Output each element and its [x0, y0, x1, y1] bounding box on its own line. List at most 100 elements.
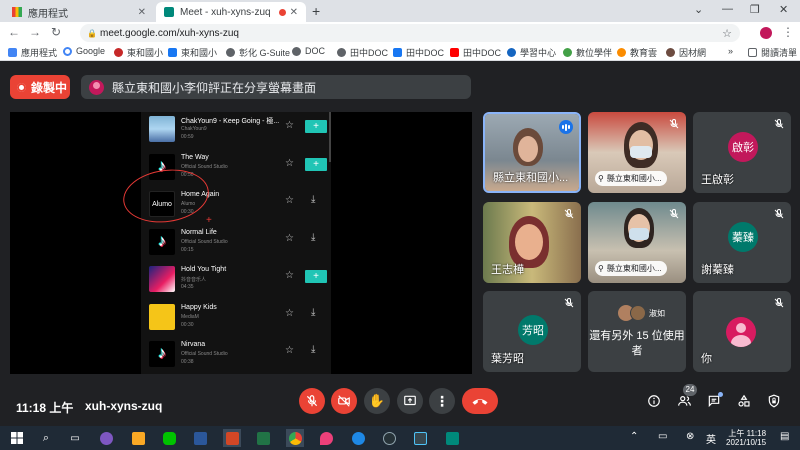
profile-avatar[interactable]: [760, 27, 772, 39]
start-button[interactable]: [8, 429, 26, 447]
participant-tile[interactable]: 啟彰 王啟彰: [693, 112, 791, 193]
participant-tile[interactable]: ⚲ 縣立東和國小...: [588, 202, 686, 283]
bookmark-learning-center[interactable]: 學習中心: [507, 46, 556, 59]
bookmark-digital-buddy[interactable]: 數位學伴: [563, 46, 612, 59]
tray-chevron-icon[interactable]: ⌃: [630, 431, 638, 442]
reading-list[interactable]: 閱讀清單: [748, 46, 797, 59]
clock-date: 2021/10/15: [726, 438, 767, 447]
camera-toggle-button[interactable]: [331, 388, 357, 414]
add-song-button: +: [305, 120, 327, 133]
chat-button[interactable]: [705, 392, 723, 410]
window-close-icon[interactable]: ✕: [779, 3, 788, 16]
self-tile[interactable]: 你: [693, 291, 791, 372]
others-tile[interactable]: 淑如 還有另外 15 位使用者: [588, 291, 686, 372]
task-view-button[interactable]: ▭: [66, 429, 84, 447]
bookmark-tianzhong-doc-yt[interactable]: 田中DOC: [450, 46, 501, 59]
song-duration: 00:59: [181, 134, 194, 140]
participant-tile[interactable]: ⚲ 縣立東和國小...: [588, 112, 686, 193]
lock-icon[interactable]: 🔒: [87, 29, 97, 38]
notifications-icon[interactable]: ▤: [780, 431, 789, 442]
download-icon: ⤓: [311, 344, 316, 355]
bookmark-adaptive[interactable]: 因材網: [666, 46, 706, 59]
apps-grid-icon: [8, 48, 17, 57]
others-label: 還有另外 15 位使用者: [589, 330, 685, 357]
restore-icon[interactable]: ❐: [750, 3, 760, 16]
forward-icon[interactable]: →: [29, 25, 41, 39]
search-button[interactable]: ⌕: [37, 429, 55, 447]
close-icon[interactable]: ✕: [290, 7, 298, 18]
volume-mute-icon[interactable]: ⊗: [686, 431, 694, 442]
more-menu-icon[interactable]: ⋮: [782, 25, 794, 39]
new-tab-icon[interactable]: +: [312, 3, 320, 19]
bookmarks-overflow[interactable]: »: [728, 46, 733, 56]
scrollbar: [329, 112, 331, 162]
favorite-star-icon: ☆: [285, 270, 294, 281]
bookmark-label: Google: [76, 46, 106, 56]
taskbar-app[interactable]: [349, 429, 367, 447]
raise-hand-button[interactable]: ✋: [364, 388, 390, 414]
host-controls-button[interactable]: [765, 392, 783, 410]
participant-name: 王啟彰: [701, 174, 734, 186]
recording-label: 錄製中: [31, 80, 68, 95]
taskbar-app[interactable]: [160, 429, 178, 447]
taskbar-app[interactable]: [317, 429, 335, 447]
taskbar-app[interactable]: [97, 429, 115, 447]
ime-icon[interactable]: 英: [706, 431, 716, 446]
bookmark-apps[interactable]: 應用程式: [8, 46, 57, 59]
present-button[interactable]: [397, 388, 423, 414]
system-clock[interactable]: 上午 11:18 2021/10/15: [726, 429, 766, 447]
participant-tile[interactable]: 芳昭 葉芳昭: [483, 291, 581, 372]
taskbar-app[interactable]: [286, 429, 304, 447]
face-mask: [630, 146, 652, 158]
taskbar-app[interactable]: [411, 429, 429, 447]
bookmark-google[interactable]: Google: [63, 46, 105, 56]
meet-icon: [164, 7, 174, 17]
tab-apps[interactable]: 應用程式 ✕: [4, 2, 154, 22]
taskbar-app[interactable]: [443, 429, 461, 447]
address-bar[interactable]: 🔒 meet.google.com/xuh-xyns-zuq ☆: [80, 24, 740, 42]
song-thumbnail: [149, 266, 175, 292]
recording-dot-icon: [279, 9, 286, 16]
meeting-clock: 11:18 上午: [16, 401, 74, 415]
meeting-code[interactable]: xuh-xyns-zuq: [85, 399, 162, 413]
taskbar-app[interactable]: [380, 429, 398, 447]
minimize-icon[interactable]: —: [722, 3, 733, 15]
bookmark-school[interactable]: 東和國小: [114, 46, 163, 59]
participant-avatar: 蓁臻: [728, 222, 758, 252]
bookmark-label: 因材網: [679, 48, 707, 58]
bookmark-tianzhong-doc[interactable]: 田中DOC: [337, 46, 388, 59]
taskbar-app[interactable]: [129, 429, 147, 447]
present-screen-icon: [404, 395, 416, 406]
back-icon[interactable]: ←: [8, 25, 20, 39]
participant-tile[interactable]: 蓁臻 謝蓁臻: [693, 202, 791, 283]
close-icon[interactable]: ✕: [138, 7, 146, 18]
taskbar-app[interactable]: [223, 429, 241, 447]
activities-button[interactable]: [735, 392, 753, 410]
annotation-mark: +: [206, 215, 212, 226]
participant-tile[interactable]: 縣立東和國小...: [483, 112, 581, 193]
bookmark-tianzhong-doc-fb[interactable]: 田中DOC: [393, 46, 444, 59]
taskbar-app[interactable]: [191, 429, 209, 447]
more-options-button[interactable]: ⋮: [429, 388, 455, 414]
meeting-details-button[interactable]: [645, 392, 663, 410]
network-icon[interactable]: ▭: [658, 431, 667, 442]
song-thumbnail: [149, 116, 175, 142]
tab-search-icon[interactable]: ⌄: [694, 3, 703, 16]
participant-name: 謝蓁臻: [701, 264, 734, 276]
bookmark-edu-cloud[interactable]: 教育雲: [617, 46, 657, 59]
participant-tile[interactable]: 王志樺: [483, 202, 581, 283]
tab-meet[interactable]: Meet - xuh-xyns-zuq ✕: [156, 2, 306, 22]
bookmark-star-icon[interactable]: ☆: [722, 27, 732, 40]
taskbar-app[interactable]: [254, 429, 272, 447]
recording-badge[interactable]: 錄製中: [10, 75, 70, 99]
participant-name: 葉芳昭: [491, 353, 524, 365]
screen-share-view[interactable]: ChakYoun9 - Keep Going - 極... ChakYoun9 00…: [10, 112, 472, 374]
bookmark-doc[interactable]: DOC: [292, 46, 325, 56]
bookmark-facebook[interactable]: 東和國小: [168, 46, 217, 59]
participant-face: [518, 136, 538, 162]
bookmark-gsuite[interactable]: 彰化 G-Suite: [226, 46, 290, 59]
leave-call-button[interactable]: [462, 388, 498, 414]
reload-icon[interactable]: ↻: [51, 25, 61, 39]
edu-cloud-icon: [617, 48, 626, 57]
mic-toggle-button[interactable]: [299, 388, 325, 414]
